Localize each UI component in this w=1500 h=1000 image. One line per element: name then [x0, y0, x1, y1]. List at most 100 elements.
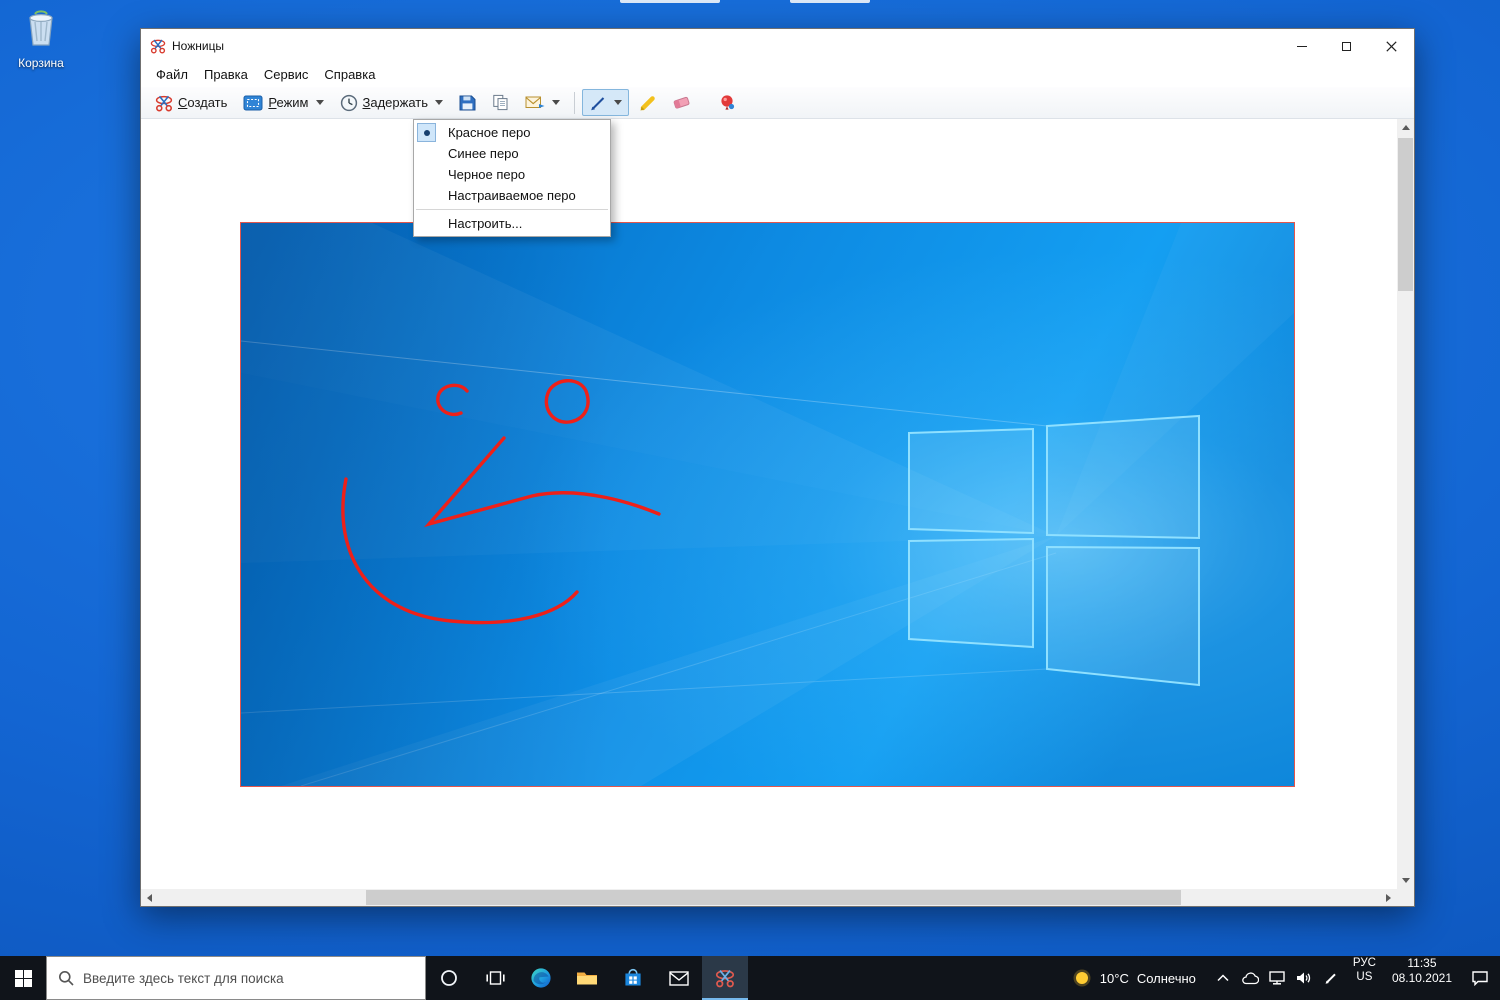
pen-button[interactable]: [582, 89, 630, 116]
mail-button[interactable]: [656, 956, 702, 1000]
selected-radio-icon: [417, 123, 436, 142]
recycle-bin-label: Корзина: [18, 56, 64, 70]
save-button[interactable]: [452, 89, 483, 116]
store-button[interactable]: [610, 956, 656, 1000]
menu-help[interactable]: Справка: [316, 63, 383, 87]
paint3d-button[interactable]: [712, 89, 742, 116]
paint3d-balloon-icon: [721, 94, 735, 110]
action-center-button[interactable]: [1460, 956, 1500, 1000]
mode-button[interactable]: Режим: [236, 89, 330, 116]
arrow-down-icon: [1401, 878, 1410, 883]
new-snip-button[interactable]: Создать: [148, 89, 234, 116]
pen-input-icon: [1326, 973, 1337, 984]
mail-icon: [669, 970, 689, 986]
cortana-button[interactable]: [426, 956, 472, 1000]
mode-label: Режим: [268, 95, 309, 110]
toolbar-separator: [574, 91, 576, 114]
search-input[interactable]: [83, 970, 414, 986]
pen-settings-button[interactable]: [1318, 956, 1345, 1000]
language-primary: РУС: [1352, 957, 1376, 969]
highlighter-button[interactable]: [631, 89, 663, 116]
menu-item-customize[interactable]: Настроить...: [414, 213, 610, 234]
email-button[interactable]: [518, 89, 567, 116]
copy-button[interactable]: [485, 89, 516, 116]
menu-edit[interactable]: Правка: [196, 63, 256, 87]
scroll-down-button[interactable]: [1397, 872, 1414, 889]
recycle-bin-icon: [22, 8, 60, 53]
menu-file[interactable]: Файл: [148, 63, 196, 87]
weather-desc: Солнечно: [1136, 970, 1196, 986]
onedrive-button[interactable]: [1237, 956, 1264, 1000]
taskbar-spacer: [748, 956, 1058, 1000]
chevron-down-icon: [552, 100, 561, 105]
task-view-button[interactable]: [472, 956, 518, 1000]
minimize-button[interactable]: [1279, 29, 1324, 63]
vertical-scrollbar[interactable]: [1397, 119, 1414, 889]
system-tray: [1210, 956, 1345, 1000]
menu-item-label: Настраиваемое перо: [448, 188, 576, 203]
titlebar[interactable]: Ножницы: [141, 29, 1414, 63]
email-icon: [525, 96, 545, 108]
tray-expand-button[interactable]: [1210, 956, 1237, 1000]
minimize-icon: [1296, 45, 1307, 47]
recycle-bin[interactable]: Корзина: [10, 8, 72, 70]
snipping-tool-app-icon: [150, 38, 166, 54]
chevron-up-icon: [1217, 974, 1229, 982]
eraser-icon: [673, 96, 690, 109]
vertical-scroll-thumb[interactable]: [1398, 138, 1413, 291]
task-view-icon: [485, 971, 505, 985]
chevron-down-icon: [315, 100, 324, 105]
clock-date: 08.10.2021: [1391, 971, 1452, 985]
mode-select-icon: [243, 95, 263, 110]
horizontal-scrollbar[interactable]: [141, 889, 1397, 906]
menu-item-red-pen[interactable]: Красное перо: [414, 122, 610, 143]
menu-item-blue-pen[interactable]: Синее перо: [414, 143, 610, 164]
network-button[interactable]: [1264, 956, 1291, 1000]
snipping-tool-window: Ножницы Файл Правка Сервис Справка Созда…: [140, 28, 1415, 907]
maximize-icon: [1342, 41, 1351, 51]
snipping-tool-taskbar-button[interactable]: [702, 956, 748, 1000]
scroll-up-button[interactable]: [1397, 119, 1414, 136]
weather-widget[interactable]: 10°C Солнечно: [1058, 956, 1210, 1000]
search-icon: [59, 971, 74, 986]
menu-separator: [416, 209, 608, 210]
scrollbar-corner: [1397, 889, 1414, 906]
edge-button[interactable]: [518, 956, 564, 1000]
snip-canvas-area[interactable]: [141, 119, 1397, 889]
close-icon: [1386, 40, 1397, 52]
menu-item-custom-pen[interactable]: Настраиваемое перо: [414, 185, 610, 206]
arrow-up-icon: [1401, 125, 1410, 130]
eraser-button[interactable]: [665, 89, 698, 116]
cortana-icon: [441, 970, 457, 986]
scroll-right-button[interactable]: [1380, 889, 1397, 906]
snipping-tool-icon: [715, 969, 735, 988]
taskbar-clock[interactable]: 11:35 08.10.2021: [1384, 956, 1460, 1000]
taskbar-search[interactable]: [46, 956, 426, 1000]
start-button[interactable]: [0, 956, 46, 1000]
network-icon: [1269, 971, 1286, 985]
captured-snip-image[interactable]: [240, 222, 1295, 787]
horizontal-scroll-thumb[interactable]: [366, 890, 1181, 905]
save-icon: [459, 95, 476, 111]
sun-icon: [1073, 969, 1091, 987]
volume-button[interactable]: [1291, 956, 1318, 1000]
file-explorer-button[interactable]: [564, 956, 610, 1000]
store-icon: [625, 968, 641, 986]
menu-tools[interactable]: Сервис: [256, 63, 317, 87]
delay-button[interactable]: Задержать: [333, 89, 451, 116]
language-secondary: US: [1356, 971, 1373, 983]
start-icon: [14, 969, 32, 987]
language-indicator[interactable]: РУС US: [1345, 956, 1384, 1000]
menu-item-label: Синее перо: [448, 146, 519, 161]
close-button[interactable]: [1369, 29, 1414, 63]
menu-item-black-pen[interactable]: Черное перо: [414, 164, 610, 185]
highlighter-icon: [640, 95, 655, 110]
pen-dropdown-menu: Красное перо Синее перо Черное перо Наст…: [413, 119, 611, 237]
maximize-button[interactable]: [1324, 29, 1369, 63]
background-window-sliver: [620, 0, 720, 3]
menubar: Файл Правка Сервис Справка: [141, 63, 1414, 87]
desktop: Корзина Ножницы Файл Правка Сервис Справ…: [0, 0, 1500, 1000]
action-center-icon: [1472, 971, 1488, 986]
scroll-left-button[interactable]: [141, 889, 158, 906]
windows-wallpaper: [241, 223, 1294, 786]
